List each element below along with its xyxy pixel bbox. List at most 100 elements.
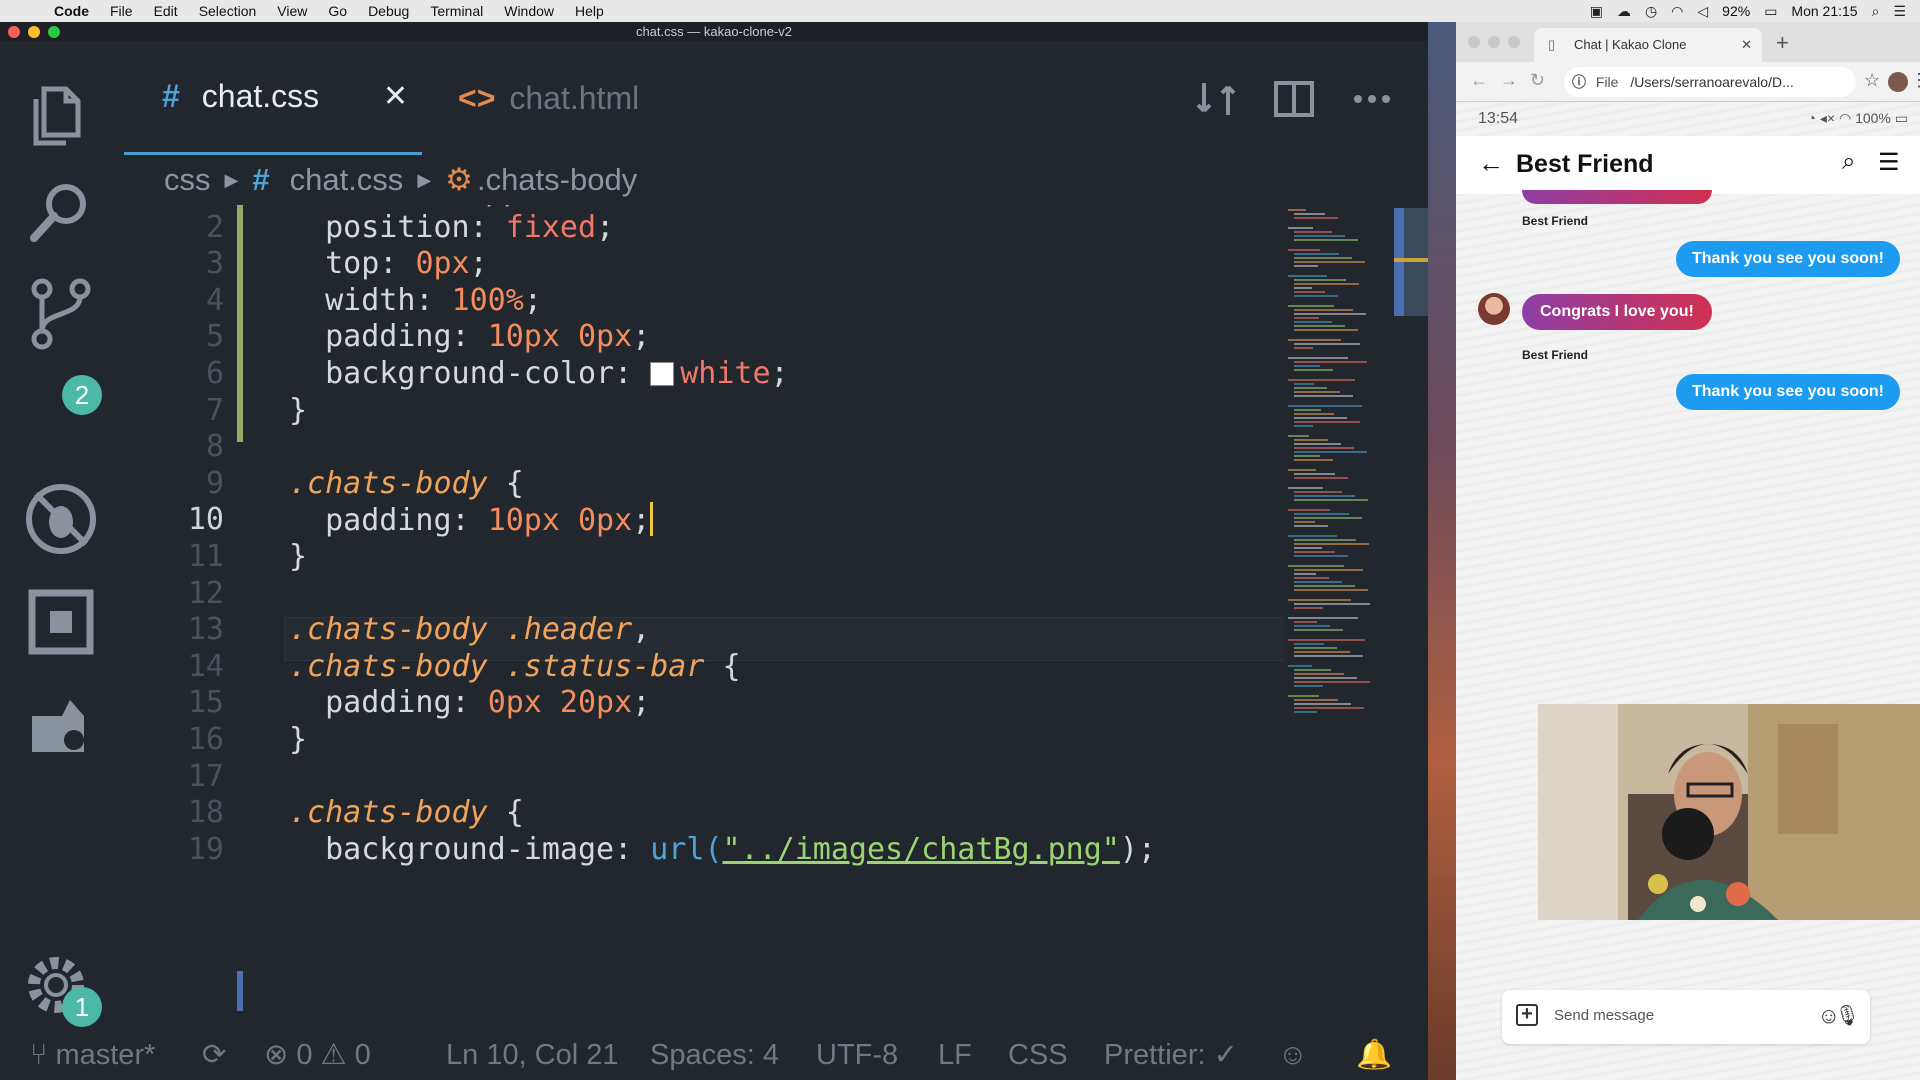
minimap-line	[1294, 499, 1368, 501]
friend-avatar[interactable]	[1478, 293, 1510, 325]
new-tab-icon[interactable]: +	[1776, 30, 1789, 56]
code-line[interactable]: 19 background-image: url("../images/chat…	[124, 832, 1284, 869]
cloud-icon[interactable]: ☁	[1617, 3, 1631, 20]
code-line[interactable]: 6 background-color: white;	[124, 356, 1284, 393]
close-tab-icon[interactable]: ✕	[1741, 28, 1752, 62]
language-mode[interactable]: CSS	[1008, 1031, 1068, 1080]
search-icon[interactable]	[22, 172, 100, 250]
back-arrow-icon[interactable]: ←	[1478, 148, 1504, 179]
zoom-window-icon[interactable]	[1508, 36, 1520, 48]
css-string[interactable]: "../images/chatBg.png"	[722, 832, 1119, 867]
info-icon[interactable]: ⓘ	[1572, 74, 1586, 90]
screen-record-icon[interactable]: ▣	[1590, 3, 1603, 20]
time-machine-icon[interactable]: ◷	[1645, 3, 1657, 20]
editor-scrollbar[interactable]	[1394, 208, 1428, 316]
indentation[interactable]: Spaces: 4	[650, 1031, 779, 1080]
close-tab-icon[interactable]: ✕	[383, 79, 408, 114]
microphone-icon[interactable]: 🎙	[1835, 1003, 1860, 1028]
code-line[interactable]: 4 width: 100%;	[124, 283, 1284, 320]
minimap-line	[1294, 325, 1345, 327]
code-line[interactable]: 14 .chats-body .status-bar {	[124, 649, 1284, 686]
remote-explorer-icon[interactable]	[22, 686, 100, 764]
message-outgoing[interactable]: Thank you see you soon!	[1675, 241, 1900, 277]
address-bar[interactable]: ⓘ File /Users/serranoarevalo/D...	[1564, 67, 1856, 97]
notification-center-icon[interactable]: ☰	[1893, 3, 1906, 20]
battery-icon[interactable]: ▭	[1764, 3, 1777, 20]
browser-menu-icon[interactable]: ⋮	[1910, 70, 1920, 91]
breadcrumb-folder[interactable]: css	[164, 162, 211, 198]
code-line[interactable]: 8	[124, 429, 1284, 466]
volume-icon[interactable]: ◁	[1697, 3, 1708, 20]
back-icon[interactable]: ←	[1470, 70, 1488, 91]
code-line[interactable]: 11}	[124, 539, 1284, 576]
profile-avatar[interactable]	[1888, 72, 1908, 92]
compare-changes-icon[interactable]	[1194, 77, 1238, 121]
menu-go[interactable]: Go	[328, 3, 347, 19]
code-line[interactable]: 18 .chats-body {	[124, 795, 1284, 832]
minimize-window-icon[interactable]	[1488, 36, 1500, 48]
encoding[interactable]: UTF-8	[816, 1031, 898, 1080]
close-window-icon[interactable]	[1468, 36, 1480, 48]
menu-view[interactable]: View	[277, 3, 307, 19]
git-branch-indicator[interactable]: ⑂ master*	[30, 1031, 155, 1080]
code-line[interactable]: 13 .chats-body .header,	[124, 612, 1284, 649]
menu-window[interactable]: Window	[504, 3, 554, 19]
menu-selection[interactable]: Selection	[199, 3, 257, 19]
breadcrumb-symbol[interactable]: .chats-body	[477, 162, 637, 198]
message-input[interactable]: Send message	[1554, 1007, 1654, 1024]
split-editor-icon[interactable]	[1272, 77, 1316, 121]
menu-app-name[interactable]: Code	[54, 3, 89, 19]
message-incoming[interactable]: Congrats I love you!	[1522, 294, 1712, 330]
close-window-icon[interactable]	[8, 26, 20, 38]
browser-tab[interactable]: ▯ Chat | Kakao Clone ✕	[1534, 28, 1762, 62]
minimize-window-icon[interactable]	[28, 26, 40, 38]
menu-clock[interactable]: Mon 21:15	[1791, 3, 1857, 19]
sync-icon[interactable]: ⟳	[202, 1031, 226, 1080]
more-actions-icon[interactable]	[1350, 77, 1394, 121]
spotlight-icon[interactable]: ⌕	[1872, 3, 1880, 20]
minimap[interactable]	[1284, 205, 1394, 725]
code-line[interactable]: 15 padding: 0px 20px;	[124, 685, 1284, 722]
end-of-line[interactable]: LF	[938, 1031, 972, 1080]
menu-debug[interactable]: Debug	[368, 3, 409, 19]
code-line[interactable]: 17	[124, 759, 1284, 796]
search-icon[interactable]: ⌕	[1842, 148, 1855, 176]
tab-chat-html[interactable]: <> chat.html	[458, 41, 698, 155]
message-outgoing[interactable]: Thank you see you soon!	[1675, 374, 1900, 410]
source-control-icon[interactable]	[22, 275, 100, 353]
bookmark-star-icon[interactable]: ☆	[1864, 70, 1880, 91]
explorer-icon[interactable]	[22, 71, 100, 149]
code-editor[interactable]: 1.header-wrapper {2 position: fixed;3 to…	[124, 205, 1284, 1047]
breadcrumb-file[interactable]: chat.css	[290, 162, 404, 198]
problems-indicator[interactable]: ⊗ 0 ⚠ 0	[264, 1031, 371, 1080]
wifi-icon[interactable]: ◠	[1671, 3, 1683, 20]
menu-icon[interactable]: ☰	[1878, 148, 1900, 177]
code-line[interactable]: 16}	[124, 722, 1284, 759]
code-line[interactable]: 9 .chats-body {	[124, 466, 1284, 503]
code-line[interactable]: 10 padding: 10px 0px;	[124, 502, 1284, 539]
extensions-icon[interactable]	[22, 583, 100, 661]
forward-icon[interactable]: →	[1500, 70, 1518, 91]
zoom-window-icon[interactable]	[48, 26, 60, 38]
code-line[interactable]: 5 padding: 10px 0px;	[124, 319, 1284, 356]
debug-icon[interactable]	[22, 480, 100, 558]
code-line[interactable]: 2 position: fixed;	[124, 210, 1284, 247]
notifications-bell-icon[interactable]: 🔔	[1356, 1031, 1392, 1080]
menu-help[interactable]: Help	[575, 3, 604, 19]
menu-file[interactable]: File	[110, 3, 133, 19]
feedback-smiley-icon[interactable]: ☺	[1278, 1031, 1308, 1080]
menu-edit[interactable]: Edit	[154, 3, 178, 19]
code-line[interactable]: 3 top: 0px;	[124, 246, 1284, 283]
add-attachment-icon[interactable]: +	[1516, 1004, 1538, 1026]
minimap-line	[1294, 699, 1338, 701]
menu-terminal[interactable]: Terminal	[430, 3, 483, 19]
code-line[interactable]: 7}	[124, 393, 1284, 430]
code-line[interactable]: 12	[124, 576, 1284, 613]
tab-chat-css[interactable]: # chat.css ✕	[124, 41, 422, 155]
battery-percent[interactable]: 92%	[1722, 3, 1750, 19]
cursor-position[interactable]: Ln 10, Col 21	[446, 1031, 619, 1080]
reload-icon[interactable]: ↻	[1530, 70, 1545, 91]
prettier-status[interactable]: Prettier: ✓	[1104, 1031, 1238, 1080]
phone-battery: 100%	[1855, 110, 1891, 126]
color-swatch[interactable]	[650, 362, 675, 386]
